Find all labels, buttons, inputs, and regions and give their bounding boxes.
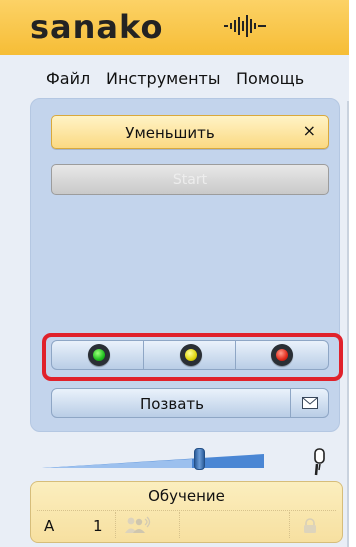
- status-divider: [37, 510, 336, 511]
- header-bar: sanako: [0, 0, 349, 55]
- status-panel: Обучение A 1: [30, 481, 343, 543]
- start-button[interactable]: Start: [51, 164, 329, 195]
- sound-wave-icon: [224, 15, 266, 37]
- status-row: A: [44, 517, 55, 535]
- volume-slider[interactable]: [42, 448, 264, 472]
- status-cell-divider: [179, 512, 180, 538]
- envelope-icon[interactable]: [302, 397, 318, 409]
- close-icon[interactable]: ×: [303, 121, 316, 140]
- call-button-divider: [290, 389, 291, 417]
- lock-icon: [304, 518, 316, 533]
- status-cell-divider: [115, 512, 116, 538]
- status-number: 1: [93, 517, 103, 535]
- call-button[interactable]: Позвать: [51, 388, 329, 418]
- users-icon: [125, 516, 151, 533]
- sanako-logo: sanako: [30, 8, 164, 46]
- volume-slider-track: [42, 454, 264, 468]
- menu-help[interactable]: Помощь: [236, 69, 304, 88]
- signal-green-button[interactable]: [51, 340, 146, 370]
- shrink-button-label: Уменьшить: [125, 124, 215, 142]
- menu-tools[interactable]: Инструменты: [106, 69, 221, 88]
- status-cell-divider: [289, 512, 290, 538]
- volume-slider-thumb[interactable]: [194, 448, 205, 470]
- shrink-button[interactable]: Уменьшить ×: [51, 115, 329, 149]
- signal-yellow-button[interactable]: [143, 340, 238, 370]
- call-button-label: Позвать: [139, 395, 205, 413]
- status-title: Обучение: [148, 487, 225, 505]
- menu-bar: Файл Инструменты Помощь: [0, 55, 349, 101]
- green-light-icon: [87, 344, 110, 366]
- signal-red-button[interactable]: [235, 340, 329, 370]
- red-light-icon: [271, 344, 293, 366]
- menu-file[interactable]: Файл: [46, 69, 90, 88]
- microphone-icon[interactable]: [310, 448, 328, 476]
- start-button-label: Start: [172, 172, 208, 188]
- app-window: sanako Файл Инструменты Помощь Уменьшить…: [0, 0, 349, 547]
- yellow-light-icon: [179, 344, 202, 366]
